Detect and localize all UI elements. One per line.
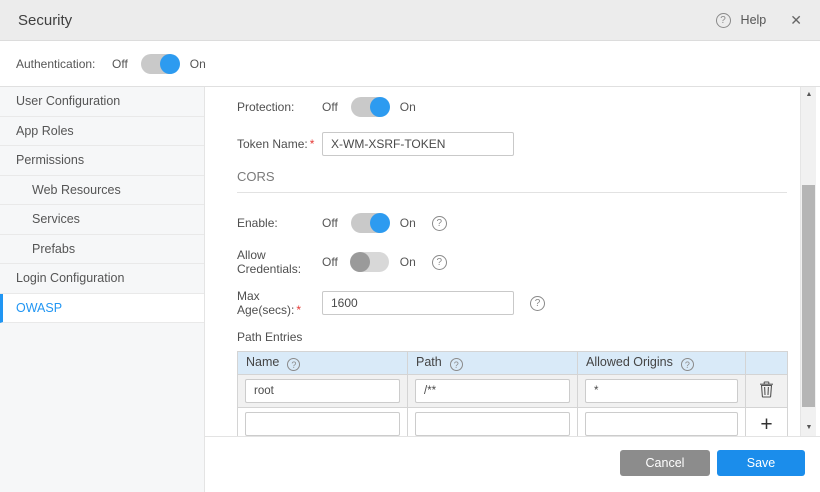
- help-icon[interactable]: ?: [716, 13, 731, 28]
- enable-label: Enable:: [237, 216, 322, 230]
- name-help-icon[interactable]: ?: [287, 358, 300, 371]
- path-help-icon[interactable]: ?: [450, 358, 463, 371]
- table-header-row: Name? Path? Allowed Origins?: [238, 352, 788, 375]
- token-name-label: Token Name:*: [237, 137, 322, 151]
- footer: Cancel Save: [205, 437, 820, 492]
- column-header-name: Name?: [238, 352, 408, 375]
- add-row-button[interactable]: +: [746, 408, 788, 438]
- path-entry-origins-input[interactable]: [585, 412, 738, 436]
- sidebar-item-user-configuration[interactable]: User Configuration: [0, 87, 204, 117]
- token-name-row: Token Name:*: [237, 132, 787, 156]
- cors-enable-toggle[interactable]: [351, 213, 389, 233]
- toggle-knob: [160, 54, 180, 74]
- cancel-button[interactable]: Cancel: [620, 450, 710, 476]
- allow-credentials-row: Allow Credentials: Off On ?: [237, 248, 787, 276]
- path-entry-name-input[interactable]: [245, 379, 400, 403]
- path-entry-name-input[interactable]: [245, 412, 400, 436]
- protection-label: Protection:: [237, 100, 322, 114]
- required-asterisk: *: [310, 137, 315, 151]
- sidebar-item-prefabs[interactable]: Prefabs: [0, 235, 204, 265]
- trash-icon: [759, 381, 774, 398]
- titlebar: Security ? Help ✕: [0, 0, 820, 41]
- authentication-on-label: On: [190, 57, 206, 71]
- vertical-scrollbar[interactable]: ▲ ▼: [800, 87, 816, 436]
- plus-icon: +: [760, 413, 772, 436]
- required-asterisk: *: [296, 303, 301, 317]
- security-dialog: Security ? Help ✕ Authentication: Off On…: [0, 0, 820, 492]
- path-entries-label: Path Entries: [237, 330, 787, 344]
- column-header-actions: [746, 352, 788, 375]
- path-entries-table: Name? Path? Allowed Origins?: [237, 351, 788, 437]
- allow-credentials-label: Allow Credentials:: [237, 248, 322, 276]
- allow-credentials-toggle[interactable]: [351, 252, 389, 272]
- toggle-knob: [370, 97, 390, 117]
- sidebar-item-app-roles[interactable]: App Roles: [0, 117, 204, 147]
- protection-off-label: Off: [322, 100, 338, 114]
- toggle-knob: [370, 213, 390, 233]
- allow-credentials-off-label: Off: [322, 255, 338, 269]
- token-name-input[interactable]: [322, 132, 514, 156]
- save-button[interactable]: Save: [717, 450, 805, 476]
- table-row: [238, 375, 788, 408]
- max-age-help-icon[interactable]: ?: [530, 296, 545, 311]
- scrollbar-thumb[interactable]: [802, 185, 815, 407]
- protection-on-label: On: [400, 100, 416, 114]
- close-icon[interactable]: ✕: [790, 12, 802, 29]
- path-entry-path-input[interactable]: [415, 412, 570, 436]
- allow-credentials-on-label: On: [400, 255, 416, 269]
- path-entry-path-input[interactable]: [415, 379, 570, 403]
- max-age-input[interactable]: [322, 291, 514, 315]
- toggle-knob: [350, 252, 370, 272]
- column-header-allowed-origins: Allowed Origins?: [578, 352, 746, 375]
- scroll-down-icon[interactable]: ▼: [801, 422, 817, 434]
- cors-section-heading: CORS: [237, 169, 787, 184]
- authentication-toggle[interactable]: [141, 54, 179, 74]
- allowed-origins-help-icon[interactable]: ?: [681, 358, 694, 371]
- owasp-settings-panel: Protection: Off On Token Name:* CORS: [205, 87, 820, 437]
- path-entry-origins-input[interactable]: [585, 379, 738, 403]
- page-title: Security: [18, 12, 72, 29]
- cors-divider: [237, 192, 787, 193]
- max-age-row: Max Age(secs):* ?: [237, 289, 787, 317]
- allow-credentials-help-icon[interactable]: ?: [432, 255, 447, 270]
- enable-on-label: On: [400, 216, 416, 230]
- sidebar: User Configuration App Roles Permissions…: [0, 87, 205, 492]
- column-header-path: Path?: [408, 352, 578, 375]
- delete-row-button[interactable]: [746, 375, 788, 408]
- cors-enable-row: Enable: Off On ?: [237, 211, 787, 235]
- protection-toggle[interactable]: [351, 97, 389, 117]
- authentication-row: Authentication: Off On: [0, 41, 820, 87]
- sidebar-item-web-resources[interactable]: Web Resources: [0, 176, 204, 206]
- enable-help-icon[interactable]: ?: [432, 216, 447, 231]
- sidebar-item-owasp[interactable]: OWASP: [0, 294, 204, 324]
- max-age-label: Max Age(secs):*: [237, 289, 322, 317]
- sidebar-item-permissions[interactable]: Permissions: [0, 146, 204, 176]
- protection-row: Protection: Off On: [237, 95, 787, 119]
- enable-off-label: Off: [322, 216, 338, 230]
- table-row: +: [238, 408, 788, 438]
- scroll-up-icon[interactable]: ▲: [801, 89, 817, 101]
- sidebar-item-services[interactable]: Services: [0, 205, 204, 235]
- help-link[interactable]: Help: [741, 13, 767, 27]
- sidebar-item-login-configuration[interactable]: Login Configuration: [0, 264, 204, 294]
- authentication-label: Authentication:: [16, 57, 112, 71]
- authentication-off-label: Off: [112, 57, 128, 71]
